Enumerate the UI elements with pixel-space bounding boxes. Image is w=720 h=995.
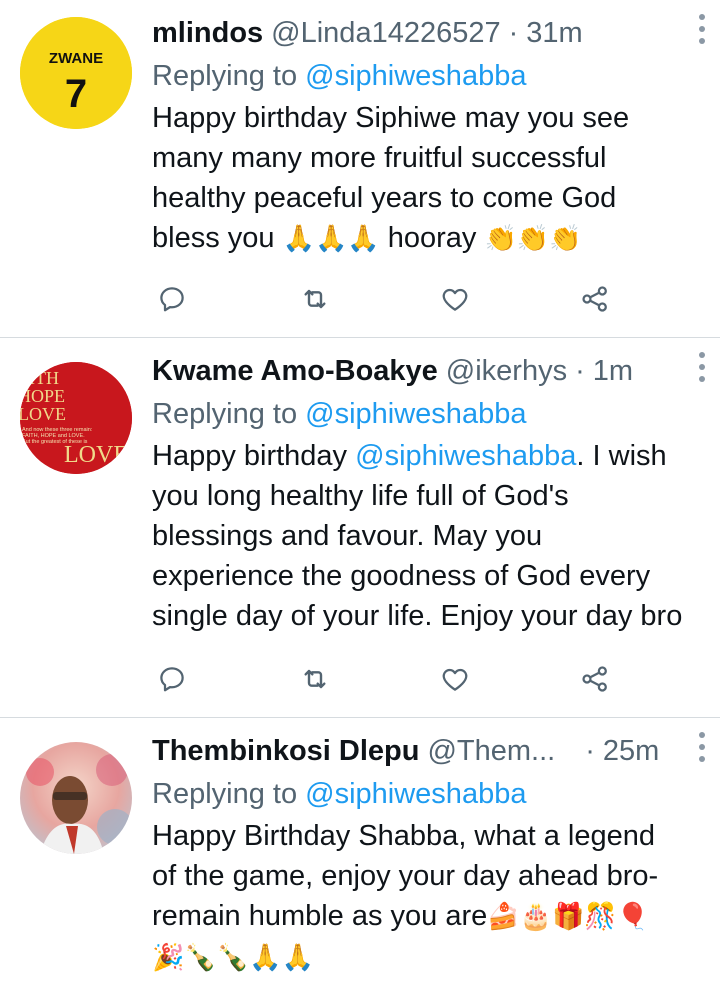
avatar[interactable] bbox=[20, 742, 132, 854]
mention-link[interactable]: @siphiweshabba bbox=[355, 440, 576, 472]
text-line: blessings and favour. May you bbox=[152, 520, 543, 552]
text-line: single day of your life. Enjoy your day … bbox=[152, 600, 683, 632]
avatar-text: LOVE bbox=[64, 442, 128, 468]
tweet-text: Happy birthday Siphiwe may you see many … bbox=[152, 98, 700, 259]
share-icon bbox=[582, 286, 607, 312]
clapping-hands-emoji: 👏👏👏 bbox=[484, 224, 582, 254]
replying-to-label: Replying to bbox=[152, 398, 298, 430]
replying-to: Replying to @siphiweshabba bbox=[152, 56, 700, 96]
separator: · bbox=[508, 17, 519, 49]
tweet-actions bbox=[152, 279, 632, 319]
user-handle[interactable]: @ikerhys bbox=[446, 348, 567, 394]
replying-to: Replying to @siphiweshabba bbox=[152, 394, 700, 434]
tweet[interactable]: AITH HOPE LOVE And now these three remai… bbox=[0, 338, 720, 718]
avatar[interactable]: ZWANE 7 bbox=[20, 17, 132, 129]
text-line: Happy birthday @siphiweshabba. I wish bbox=[152, 440, 667, 472]
text-line: Happy Birthday Shabba, what a legend bbox=[152, 820, 656, 852]
like-icon bbox=[442, 288, 468, 311]
display-name[interactable]: Kwame Amo-Boakye bbox=[152, 348, 438, 394]
tweet-header: Thembinkosi Dlepu @Them... · 25m bbox=[152, 728, 700, 774]
user-handle[interactable]: @Linda14226527 bbox=[271, 10, 500, 56]
celebration-emoji: 🎉🍾🍾🙏🙏 bbox=[152, 943, 314, 973]
more-icon[interactable] bbox=[692, 732, 712, 762]
tweet-header: mlindos @Linda14226527 · 31m bbox=[152, 10, 700, 56]
tweet-text: Happy birthday @siphiweshabba. I wish yo… bbox=[152, 436, 700, 636]
praying-hands-emoji: 🙏🙏🙏 bbox=[282, 224, 380, 254]
user-handle[interactable]: @Them... bbox=[427, 728, 555, 774]
text-line: Happy birthday Siphiwe may you see bbox=[152, 102, 630, 134]
separator: · bbox=[585, 735, 595, 767]
retweet-icon bbox=[304, 669, 326, 689]
timestamp[interactable]: 1m bbox=[593, 348, 633, 394]
text-line: you long healthy life full of God's bbox=[152, 480, 569, 512]
share-icon bbox=[582, 666, 607, 692]
share-button[interactable] bbox=[575, 279, 615, 319]
avatar-text: LOVE bbox=[20, 404, 66, 424]
more-icon[interactable] bbox=[692, 352, 712, 382]
mention-link[interactable]: @siphiweshabba bbox=[305, 60, 526, 92]
replying-to-label: Replying to bbox=[152, 778, 298, 810]
display-name[interactable]: mlindos bbox=[152, 10, 263, 56]
avatar-text: HOPE bbox=[20, 386, 65, 406]
mention-link[interactable]: @siphiweshabba bbox=[305, 778, 526, 810]
text-line: remain humble as you are🍰🎂🎁🎊🎈 bbox=[152, 900, 650, 932]
like-button[interactable] bbox=[435, 659, 475, 699]
text-line: 🎉🍾🍾🙏🙏 bbox=[152, 937, 700, 978]
replying-to-label: Replying to bbox=[152, 60, 298, 92]
tweet-header: Kwame Amo-Boakye @ikerhys · 1m bbox=[152, 348, 700, 394]
retweet-button[interactable] bbox=[295, 279, 335, 319]
retweet-button[interactable] bbox=[295, 659, 335, 699]
reply-icon bbox=[160, 667, 184, 692]
tweet[interactable]: Thembinkosi Dlepu @Them... · 25m Replyin… bbox=[0, 718, 720, 995]
profile-photo bbox=[20, 742, 132, 854]
text-line: of the game, enjoy your day ahead bro- bbox=[152, 860, 659, 892]
tweet-text: Happy Birthday Shabba, what a legend of … bbox=[152, 816, 700, 978]
reply-button[interactable] bbox=[152, 279, 192, 319]
share-button[interactable] bbox=[575, 659, 615, 699]
retweet-icon bbox=[304, 289, 326, 309]
like-icon bbox=[442, 668, 468, 691]
tweet-actions bbox=[152, 659, 632, 699]
text-line: many many more fruitful successful bbox=[152, 142, 607, 174]
avatar-text: AITH bbox=[20, 368, 59, 388]
text-line: bless you 🙏🙏🙏 hooray 👏👏👏 bbox=[152, 222, 582, 254]
reply-button[interactable] bbox=[152, 659, 192, 699]
celebration-emoji: 🍰🎂🎁🎊🎈 bbox=[487, 902, 650, 932]
mention-link[interactable]: @siphiweshabba bbox=[305, 398, 526, 430]
timestamp[interactable]: 25m bbox=[603, 728, 659, 774]
text-line: healthy peaceful years to come God bbox=[152, 182, 617, 214]
separator: · bbox=[575, 355, 585, 387]
more-icon[interactable] bbox=[692, 14, 712, 44]
timestamp[interactable]: 31m bbox=[526, 10, 582, 56]
avatar-label: ZWANE bbox=[49, 50, 103, 67]
reply-icon bbox=[160, 287, 184, 312]
like-button[interactable] bbox=[435, 279, 475, 319]
avatar[interactable]: AITH HOPE LOVE And now these three remai… bbox=[20, 362, 132, 474]
display-name[interactable]: Thembinkosi Dlepu bbox=[152, 728, 419, 774]
avatar-number: 7 bbox=[65, 72, 87, 116]
replying-to: Replying to @siphiweshabba bbox=[152, 774, 700, 814]
text-line: experience the goodness of God every bbox=[152, 560, 651, 592]
tweet[interactable]: ZWANE 7 mlindos @Linda14226527 · 31m Rep… bbox=[0, 0, 720, 338]
